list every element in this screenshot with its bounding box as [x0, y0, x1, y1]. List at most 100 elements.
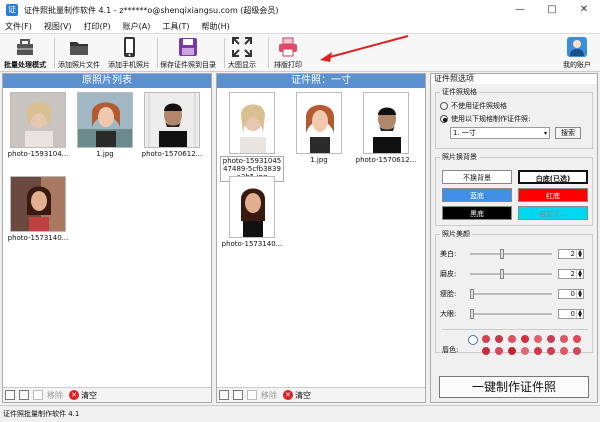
menu-view[interactable]: 视图(V) [44, 21, 72, 32]
menu-print[interactable]: 打印(P) [84, 21, 111, 32]
menu-tools[interactable]: 工具(T) [162, 21, 189, 32]
menu-file[interactable]: 文件(F) [5, 21, 32, 32]
toolbar: 批量处理模式 添加照片文件 添加手机照片 保存证件照到目录 大图显示 排版打印 [0, 34, 600, 72]
photo-image [10, 176, 66, 232]
spec-no-label: 不使用证件照规格 [451, 101, 507, 110]
large-display-button[interactable]: 大图显示 [228, 36, 256, 70]
thin-slider-handle[interactable] [470, 289, 474, 299]
idphoto-thumbnail[interactable]: 1.jpg [287, 92, 351, 164]
spec-no-radio[interactable]: 不使用证件照规格 [440, 99, 588, 112]
bg-black-button[interactable]: 黑底 [442, 206, 512, 220]
lip-color-swatch[interactable] [560, 347, 568, 355]
bg-blue-button[interactable]: 蓝底 [442, 188, 512, 202]
check-all-icon[interactable] [5, 390, 15, 400]
photo-thumbnail[interactable]: photo-1573140... [6, 176, 70, 242]
maximize-button[interactable]: □ [536, 0, 568, 20]
radio-checked-icon [440, 114, 448, 123]
clear-button[interactable]: 清空 [81, 390, 97, 401]
user-avatar-icon [566, 36, 588, 58]
idphoto-image [229, 92, 275, 154]
lip-color-swatch[interactable] [547, 335, 555, 343]
check-all-icon[interactable] [219, 390, 229, 400]
my-account-button[interactable]: 我的账户 [563, 36, 591, 70]
lip-color-swatch[interactable] [508, 335, 516, 343]
remove-button[interactable]: 移除 [261, 390, 277, 401]
whiten-label: 美白: [440, 250, 457, 258]
lip-color-swatch[interactable] [534, 347, 542, 355]
whiten-value: 2 [570, 250, 575, 258]
photo-thumbnail[interactable]: 1.jpg [73, 92, 137, 158]
smooth-slider-row: 磨皮: 2 ▲ ▼ [440, 267, 590, 281]
whiten-spinbox[interactable]: 2 ▲ ▼ [558, 249, 584, 259]
check-none-icon[interactable] [19, 390, 29, 400]
eyes-slider-handle[interactable] [470, 309, 474, 319]
whiten-slider-handle[interactable] [500, 249, 504, 259]
whiten-track[interactable] [470, 253, 552, 255]
lip-color-swatch[interactable] [482, 335, 490, 343]
idphoto-image [229, 176, 275, 238]
toolbar-separator [268, 38, 269, 68]
thin-spinbox[interactable]: 0 ▲ ▼ [558, 289, 584, 299]
lip-color-swatch[interactable] [573, 347, 581, 355]
clear-icon: ✕ [283, 390, 293, 400]
idphoto-thumbnail[interactable]: photo-1593104547489-5cfb3839a3b5.jpg [220, 92, 284, 182]
lip-color-swatch[interactable] [547, 347, 555, 355]
bg-custom-button[interactable]: 自定义... [518, 206, 588, 220]
make-id-photo-button[interactable]: 一键制作证件照 [439, 376, 589, 398]
bg-legend: 照片换背景 [442, 153, 477, 161]
lip-color-swatch[interactable] [482, 347, 490, 355]
smooth-track[interactable] [470, 273, 552, 275]
bg-red-button[interactable]: 红底 [518, 188, 588, 202]
spec-select[interactable]: 1. 一寸 ▾ [450, 127, 550, 139]
lip-color-swatch[interactable] [573, 335, 581, 343]
spec-group: 证件照规格 不使用证件照规格 使用以下规格制作证件照: 1. 一寸 ▾ 搜索 [435, 87, 593, 149]
menu-help[interactable]: 帮助(H) [202, 21, 230, 32]
add-phone-photo-button[interactable]: 添加手机照片 [108, 36, 150, 70]
thin-slider-row: 瘦脸: 0 ▲ ▼ [440, 287, 590, 301]
smooth-slider-handle[interactable] [500, 269, 504, 279]
eyes-spinbox[interactable]: 0 ▲ ▼ [558, 309, 584, 319]
menu-account[interactable]: 账户(A) [123, 21, 151, 32]
lip-color-swatch[interactable] [495, 335, 503, 343]
lip-color-swatch[interactable] [534, 335, 542, 343]
spec-yes-radio[interactable]: 使用以下规格制作证件照: [440, 112, 588, 125]
smooth-spinbox[interactable]: 2 ▲ ▼ [558, 269, 584, 279]
annotation-arrow-icon [320, 35, 409, 62]
search-button[interactable]: 搜索 [555, 127, 581, 139]
spin-arrows-icon: ▲ ▼ [576, 270, 583, 279]
layout-print-button[interactable]: 排版打印 [274, 36, 302, 70]
eyes-value: 0 [570, 310, 575, 318]
minimize-button[interactable]: — [504, 0, 536, 20]
my-account-label: 我的账户 [563, 61, 591, 69]
bg-none-button[interactable]: 不换背景 [442, 170, 512, 184]
lip-color-swatch[interactable] [521, 335, 529, 343]
invert-icon[interactable] [247, 390, 257, 400]
photo-thumbnail[interactable]: photo-1593104... [6, 92, 70, 158]
lip-color-none[interactable] [468, 335, 478, 345]
smooth-value: 2 [570, 270, 575, 278]
batch-mode-button[interactable]: 批量处理模式 [4, 36, 46, 70]
add-photo-file-button[interactable]: 添加照片文件 [58, 36, 100, 70]
save-to-dir-button[interactable]: 保存证件照到目录 [160, 36, 216, 70]
layout-print-label: 排版打印 [274, 61, 302, 69]
chevron-down-icon: ▾ [543, 130, 547, 137]
check-none-icon[interactable] [233, 390, 243, 400]
title-bar: 证 证件照批量制作软件 4.1 - z******o@shenqixiangsu… [0, 0, 600, 20]
lip-color-swatch[interactable] [508, 347, 516, 355]
lip-color-swatch[interactable] [495, 347, 503, 355]
idphoto-thumbnail[interactable]: photo-1570612... [354, 92, 418, 164]
invert-icon[interactable] [33, 390, 43, 400]
photo-filename: photo-1593104... [7, 150, 69, 158]
thin-track[interactable] [470, 293, 552, 295]
clear-button[interactable]: 清空 [295, 390, 311, 401]
lip-color-swatch[interactable] [560, 335, 568, 343]
lip-color-swatch[interactable] [521, 347, 529, 355]
radio-icon [440, 101, 448, 110]
photo-thumbnail[interactable]: photo-1570612... [140, 92, 204, 158]
close-button[interactable]: ✕ [568, 0, 600, 20]
bg-white-button[interactable]: 白底(已选) [518, 170, 588, 184]
eyes-track[interactable] [470, 313, 552, 315]
status-bar: 证件照批量制作软件 4.1 [0, 405, 600, 421]
idphoto-thumbnail[interactable]: photo-1573140... [220, 176, 284, 248]
remove-button[interactable]: 移除 [47, 390, 63, 401]
